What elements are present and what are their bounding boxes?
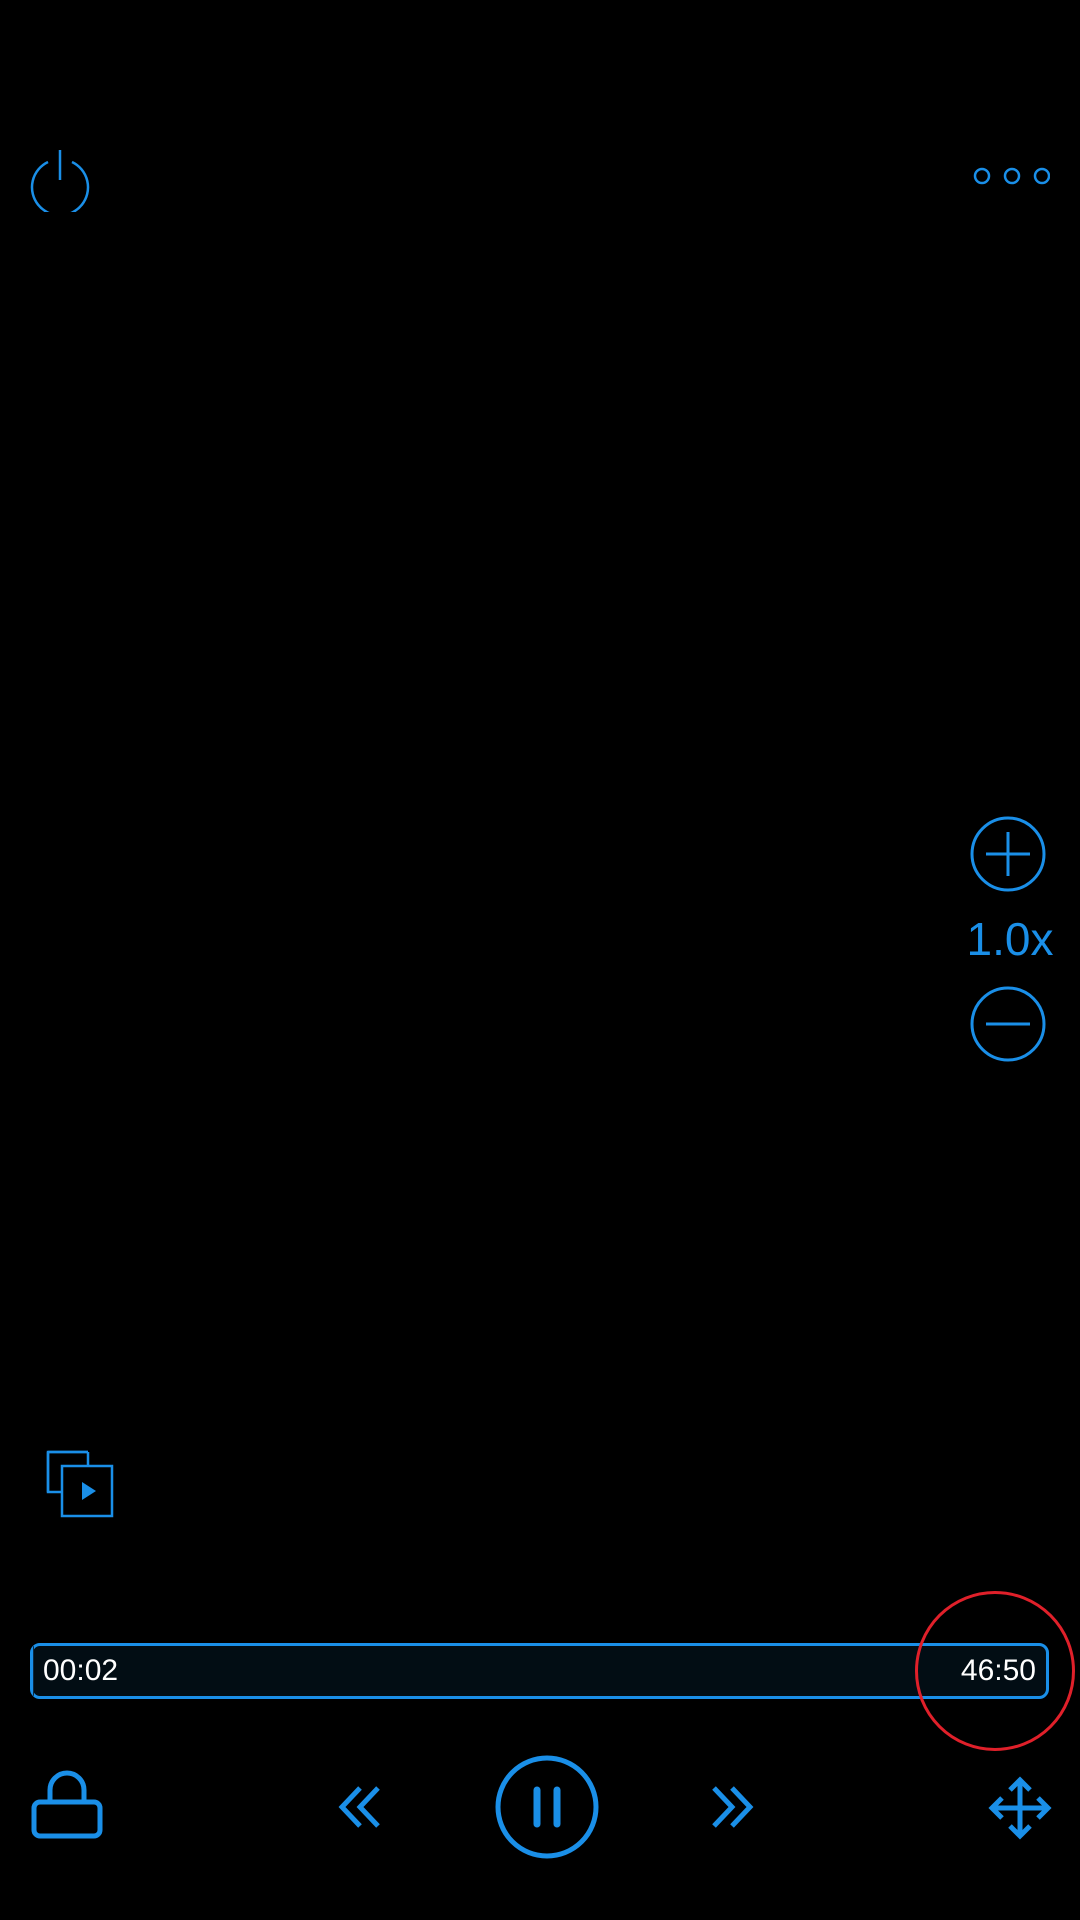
picture-in-picture-icon — [46, 1450, 114, 1518]
playback-speed-label: 1.0x — [966, 913, 1054, 965]
rewind-button[interactable] — [336, 1782, 386, 1832]
fast-forward-button[interactable] — [706, 1782, 756, 1832]
zoom-out-button[interactable] — [968, 984, 1048, 1064]
video-player-screen: 1.0x 00:02 46:50 — [0, 0, 1080, 1920]
total-duration: 46:50 — [960, 1654, 1036, 1687]
more-options-icon — [973, 167, 1050, 185]
move-icon — [988, 1776, 1052, 1840]
zoom-in-button[interactable] — [968, 814, 1048, 894]
seek-bar[interactable]: 00:02 46:50 — [30, 1643, 1049, 1699]
power-button[interactable] — [28, 148, 92, 212]
pause-button[interactable] — [494, 1754, 600, 1860]
fast-forward-icon — [712, 1786, 754, 1828]
picture-in-picture-button[interactable] — [44, 1448, 116, 1520]
pause-icon — [495, 1755, 599, 1859]
current-time: 00:02 — [43, 1654, 119, 1687]
lock-button[interactable] — [30, 1770, 104, 1840]
seek-bar-fill — [33, 1646, 34, 1696]
power-icon — [30, 150, 90, 212]
more-options-button[interactable] — [970, 160, 1050, 192]
zoom-in-icon — [970, 816, 1046, 892]
move-button[interactable] — [988, 1776, 1052, 1840]
zoom-out-icon — [970, 986, 1046, 1062]
rewind-icon — [338, 1786, 380, 1828]
lock-icon — [31, 1770, 103, 1839]
